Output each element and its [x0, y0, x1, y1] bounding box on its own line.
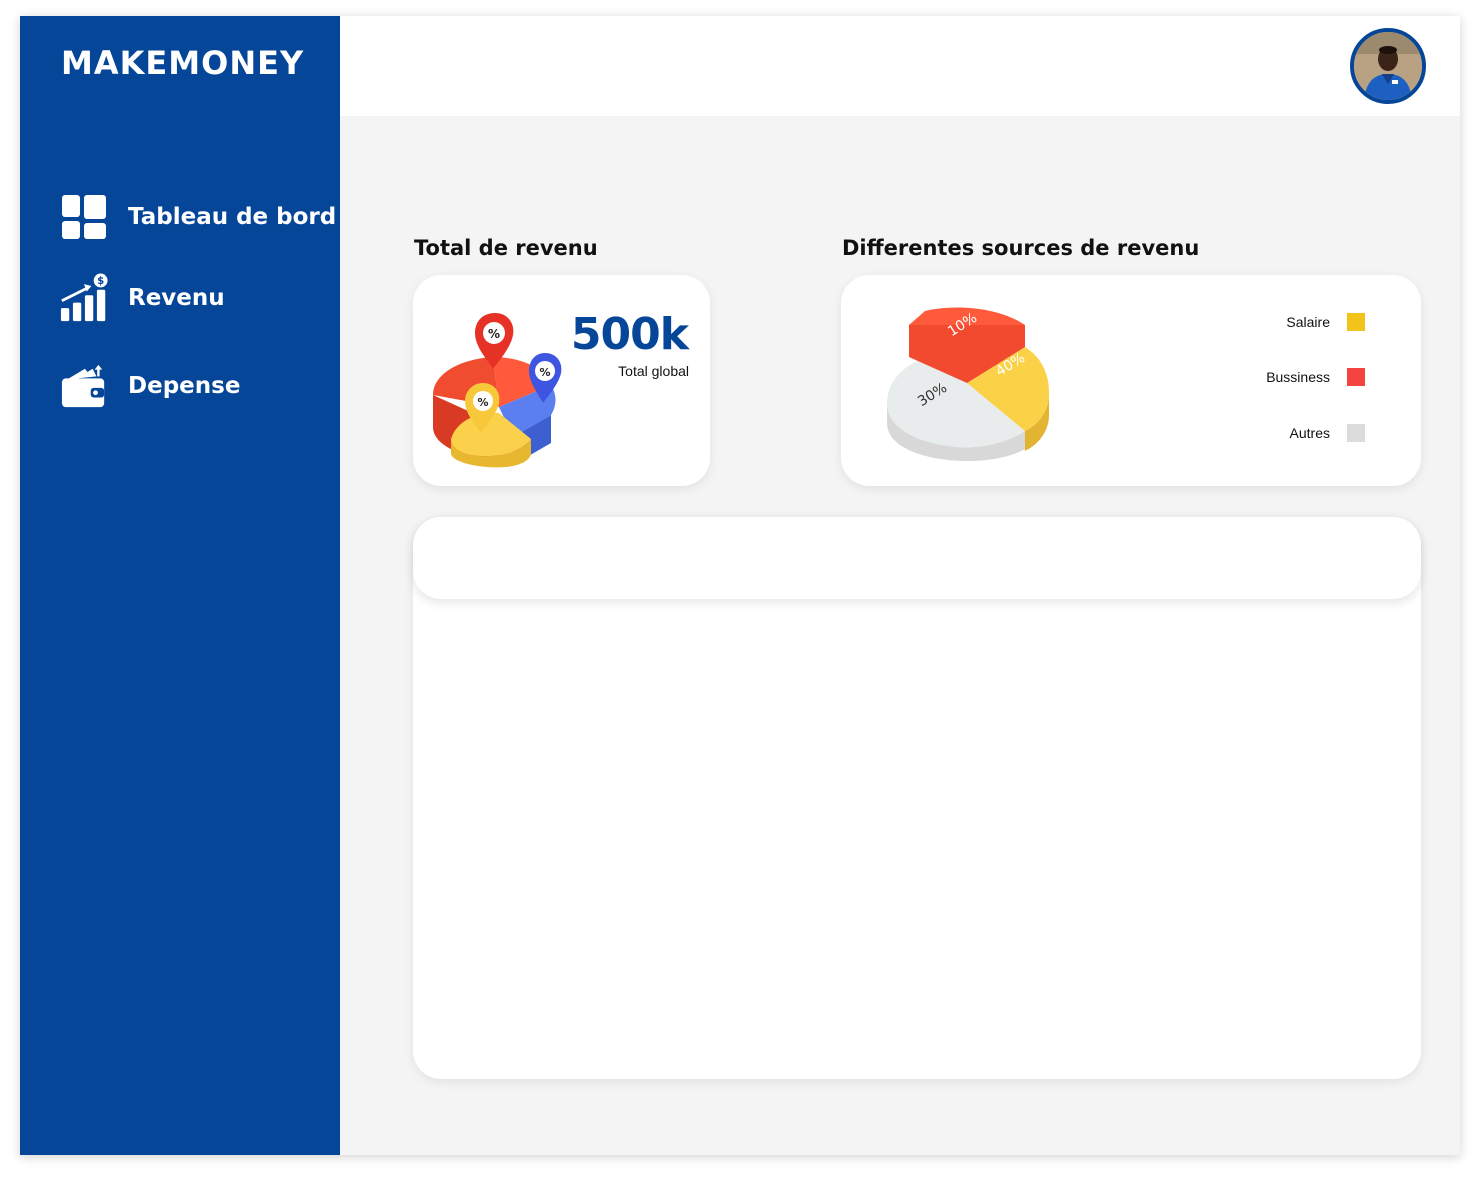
total-revenue-card: % % % 500k Total global [413, 275, 710, 486]
legend-item-salaire: Salaire [1286, 313, 1365, 331]
top-bar [340, 16, 1460, 116]
pie-illustration-icon: % % % [427, 307, 577, 476]
legend-swatch [1347, 424, 1365, 442]
legend-item-bussiness: Bussiness [1266, 368, 1365, 386]
user-avatar[interactable] [1350, 28, 1426, 104]
dashboard-icon [60, 193, 108, 241]
total-revenue-caption: Total global [618, 363, 689, 379]
pie-chart-3d: 10% 40% 30% [885, 303, 1055, 468]
sidebar-item-revenu[interactable]: $ Revenu [60, 273, 225, 322]
app-window: MAKEMONEY Tableau de bord $ Revenu Depen… [20, 16, 1460, 1155]
revenue-sources-title: Differentes sources de revenu [842, 236, 1200, 260]
sidebar-item-dashboard[interactable]: Tableau de bord [60, 193, 336, 241]
legend-swatch [1347, 368, 1365, 386]
sidebar-item-depense[interactable]: Depense [60, 362, 240, 410]
sidebar-item-label: Revenu [128, 285, 225, 311]
wallet-icon [60, 362, 108, 410]
main-content-panel [413, 517, 1421, 1079]
legend-label: Autres [1289, 425, 1330, 441]
svg-text:%: % [539, 366, 550, 379]
sidebar-item-label: Tableau de bord [128, 204, 337, 230]
revenue-chart-icon: $ [60, 273, 108, 322]
revenue-sources-card: 10% 40% 30% Salaire Bussiness Autres [841, 275, 1421, 486]
sidebar: MAKEMONEY Tableau de bord $ Revenu Depen… [20, 16, 340, 1155]
legend-label: Bussiness [1266, 369, 1330, 385]
legend-item-autres: Autres [1290, 424, 1365, 442]
svg-text:%: % [477, 396, 488, 409]
brand-logo: MAKEMONEY [61, 44, 305, 82]
svg-text:$: $ [97, 276, 104, 287]
svg-text:%: % [488, 327, 500, 341]
legend-swatch [1347, 313, 1365, 331]
total-revenue-title: Total de revenu [414, 236, 598, 260]
total-revenue-value: 500k [570, 309, 689, 360]
legend-label: Salaire [1286, 314, 1330, 330]
sidebar-item-label: Depense [128, 373, 241, 399]
content-panel-header [413, 517, 1421, 599]
